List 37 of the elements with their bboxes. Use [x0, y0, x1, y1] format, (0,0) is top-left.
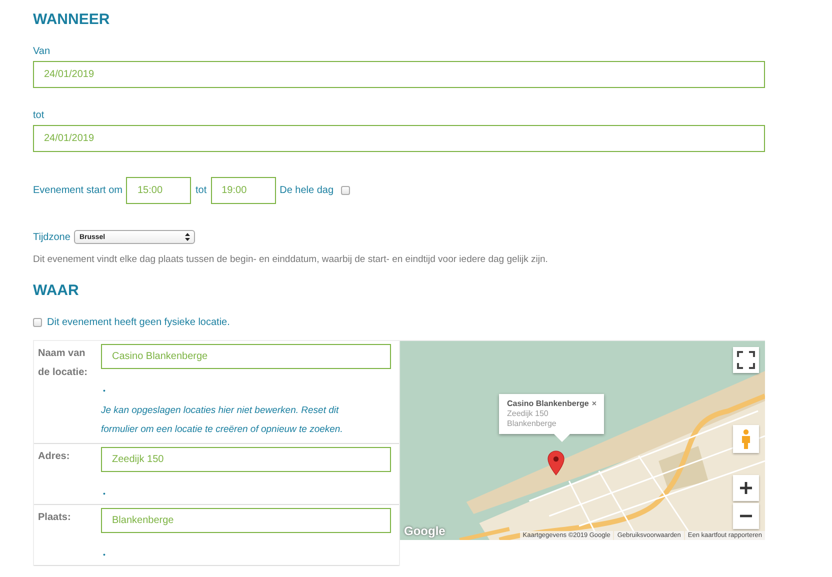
- help-text: Je kan opgeslagen locaties hier niet bewerken. Reset dit formulier om een locatie te creëren of opnieuw te zoeken.: [101, 404, 344, 437]
- field-label: Plaats:: [38, 511, 72, 525]
- input-field[interactable]: 19:00: [210, 177, 276, 204]
- checkbox-label: Dit evenement heeft geen fysieke locatie.: [47, 317, 230, 328]
- close-button[interactable]: ×: [592, 399, 596, 409]
- input-field[interactable]: Zeedijk 150: [101, 447, 391, 472]
- zoom-out-button[interactable]: [733, 503, 759, 529]
- input-field[interactable]: 15:00: [126, 177, 192, 204]
- fullscreen-button[interactable]: [733, 347, 759, 373]
- field-label: Tijdzone: [33, 232, 70, 242]
- zoom-out-icon: [739, 514, 753, 518]
- field-label: Van: [33, 46, 52, 57]
- map-pin-icon[interactable]: [547, 450, 565, 476]
- checkbox[interactable]: [340, 186, 350, 195]
- field-label: Naam van de locatie:: [38, 347, 88, 380]
- field-label: Adres:: [38, 450, 71, 464]
- input-field[interactable]: 24/01/2019: [33, 61, 765, 88]
- section-heading: WANNEER: [33, 11, 111, 29]
- zoom-in-button[interactable]: [733, 475, 759, 501]
- field-label: De hele dag: [280, 185, 334, 196]
- input-field[interactable]: 24/01/2019: [33, 125, 765, 152]
- fullscreen-icon: [737, 351, 755, 369]
- person-icon: [741, 429, 751, 449]
- place-title: Casino Blankenberge: [507, 399, 589, 409]
- section-heading: WAAR: [33, 282, 80, 300]
- input-field[interactable]: Blankenberge: [101, 508, 391, 533]
- zoom-in-icon: [739, 481, 753, 495]
- help-text: Dit evenement vindt elke dag plaats tussen de begin- en einddatum, waarbij de start- en eindtijd voor iedere dag gelijk zijn.: [33, 254, 549, 265]
- map-logo: Google: [404, 524, 446, 538]
- input-field[interactable]: Casino Blankenberge: [101, 344, 391, 369]
- field-label: tot: [195, 185, 207, 196]
- checkbox[interactable]: [33, 318, 42, 327]
- field-label: tot: [33, 110, 46, 121]
- field-label: Evenement start om: [33, 185, 122, 196]
- caret-icon: [185, 233, 190, 241]
- address-line: Blankenberge: [507, 419, 558, 429]
- address-line: Zeedijk 150: [507, 409, 550, 419]
